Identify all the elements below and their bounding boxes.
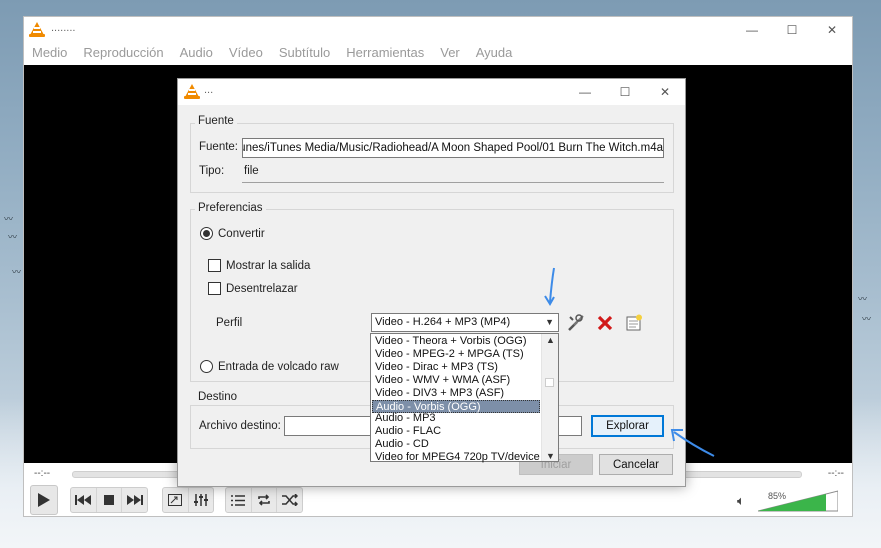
next-icon xyxy=(126,495,143,505)
bird-decoration: 〰 xyxy=(862,314,872,324)
play-button[interactable] xyxy=(30,485,58,515)
type-value: file xyxy=(244,165,259,177)
raw-dump-label: Entrada de volcado raw xyxy=(218,361,339,373)
close-button[interactable]: ✕ xyxy=(812,17,852,43)
source-label: Fuente: xyxy=(199,141,238,153)
dialog-minimize-button[interactable]: — xyxy=(565,79,605,105)
dropdown-option[interactable]: Audio - CD xyxy=(372,438,540,451)
dropdown-option[interactable]: Video for MPEG4 720p TV/device xyxy=(372,451,540,464)
menu-ver[interactable]: Ver xyxy=(432,43,468,65)
deinterlace-label: Desentrelazar xyxy=(226,283,298,295)
shuffle-button[interactable] xyxy=(277,488,302,512)
profile-select-value: Video - H.264 + MP3 (MP4) xyxy=(375,316,511,328)
dropdown-option[interactable]: Video - WMV + WMA (ASF) xyxy=(372,374,540,387)
bird-decoration: 〰 xyxy=(858,294,868,304)
profile-dropdown-list[interactable]: ▲ ▼ Video - Theora + Vorbis (OGG) Video -… xyxy=(370,333,559,464)
stop-button[interactable] xyxy=(97,488,123,512)
delete-icon xyxy=(597,315,613,331)
scroll-down-icon[interactable]: ▼ xyxy=(546,451,555,461)
vlc-window-title: ........ xyxy=(51,22,76,34)
tools-icon xyxy=(568,314,584,331)
dropdown-option[interactable]: Video - DIV3 + MP3 (ASF) xyxy=(372,387,540,400)
controls-bar: 🔈︎ 85% xyxy=(24,484,852,516)
new-document-icon xyxy=(626,314,642,331)
source-path-text: sic/iTunes/iTunes Media/Music/Radiohead/… xyxy=(242,142,663,154)
browse-button[interactable]: Explorar xyxy=(591,415,664,437)
shuffle-icon xyxy=(281,494,298,506)
minimize-button[interactable]: — xyxy=(732,17,772,43)
source-group-title: Fuente xyxy=(195,115,237,127)
dialog-close-button[interactable]: ✕ xyxy=(645,79,685,105)
playlist-button[interactable] xyxy=(226,488,252,512)
raw-dump-radio[interactable] xyxy=(200,360,213,373)
dropdown-scrollbar[interactable]: ▲ ▼ xyxy=(541,334,558,461)
fullscreen-button[interactable] xyxy=(163,488,189,512)
vlc-titlebar: ........ — ☐ ✕ xyxy=(24,17,852,43)
scroll-up-icon[interactable]: ▲ xyxy=(546,335,555,345)
previous-button[interactable] xyxy=(71,488,97,512)
show-output-checkbox[interactable] xyxy=(208,259,221,272)
dropdown-option[interactable]: Video - Theora + Vorbis (OGG) xyxy=(372,335,540,348)
bird-decoration: 〰 xyxy=(8,232,18,242)
chevron-down-icon: ▼ xyxy=(545,317,554,327)
preferences-group-title: Preferencias xyxy=(195,202,266,214)
menu-subtitulo[interactable]: Subtítulo xyxy=(271,43,338,65)
dialog-maximize-button[interactable]: ☐ xyxy=(605,79,645,105)
loop-icon xyxy=(258,494,270,506)
volume-percent: 85% xyxy=(768,491,787,501)
convert-radio[interactable] xyxy=(200,227,213,240)
playlist-group xyxy=(225,487,303,513)
new-profile-button[interactable] xyxy=(622,312,646,334)
delete-profile-button[interactable] xyxy=(593,312,617,334)
menu-audio[interactable]: Audio xyxy=(172,43,221,65)
destination-group-title: Destino xyxy=(195,391,240,403)
dropdown-option[interactable]: Audio - Vorbis (OGG) xyxy=(372,399,540,413)
menu-herramientas[interactable]: Herramientas xyxy=(338,43,432,65)
edit-profile-button[interactable] xyxy=(564,312,588,334)
next-button[interactable] xyxy=(122,488,147,512)
destination-file-label: Archivo destino: xyxy=(199,420,281,432)
divider xyxy=(242,182,664,183)
stop-icon xyxy=(104,495,114,505)
cancel-button[interactable]: Cancelar xyxy=(599,454,673,475)
scroll-thumb[interactable] xyxy=(545,378,554,387)
maximize-button[interactable]: ☐ xyxy=(772,17,812,43)
play-icon xyxy=(38,493,50,507)
vlc-cone-icon xyxy=(184,84,200,99)
loop-button[interactable] xyxy=(252,488,278,512)
bird-decoration: 〰 xyxy=(12,267,22,277)
playback-group xyxy=(70,487,148,513)
vlc-cone-icon xyxy=(29,22,45,37)
convert-label: Convertir xyxy=(218,228,265,240)
vlc-menubar: Medio Reproducción Audio Vídeo Subtítulo… xyxy=(24,43,852,65)
dropdown-option[interactable]: Video - MPEG-2 + MPGA (TS) xyxy=(372,348,540,361)
fullscreen-icon xyxy=(168,494,183,506)
volume-icon[interactable]: 🔈︎ xyxy=(737,493,745,509)
time-elapsed: --:-- xyxy=(34,468,51,479)
dialog-title: ... xyxy=(204,84,214,96)
view-group xyxy=(162,487,214,513)
time-total: --:-- xyxy=(827,468,844,479)
playlist-icon xyxy=(231,494,246,506)
equalizer-icon xyxy=(193,494,208,506)
deinterlace-checkbox[interactable] xyxy=(208,282,221,295)
type-label: Tipo: xyxy=(199,165,225,177)
menu-ayuda[interactable]: Ayuda xyxy=(468,43,521,65)
bird-decoration: 〰 xyxy=(4,214,14,224)
menu-video[interactable]: Vídeo xyxy=(221,43,271,65)
profile-label: Perfil xyxy=(216,317,243,329)
source-path-field[interactable]: sic/iTunes/iTunes Media/Music/Radiohead/… xyxy=(242,138,664,158)
previous-icon xyxy=(75,495,92,505)
menu-reproduccion[interactable]: Reproducción xyxy=(75,43,171,65)
extended-settings-button[interactable] xyxy=(189,488,214,512)
profile-select[interactable]: Video - H.264 + MP3 (MP4) ▼ xyxy=(371,313,559,332)
menu-medio[interactable]: Medio xyxy=(24,43,75,65)
show-output-label: Mostrar la salida xyxy=(226,260,311,272)
dropdown-option[interactable]: Video - Dirac + MP3 (TS) xyxy=(372,361,540,374)
dialog-titlebar: ... — ☐ ✕ xyxy=(178,79,685,105)
dropdown-option[interactable]: Audio - MP3 xyxy=(372,412,540,425)
dropdown-option[interactable]: Audio - FLAC xyxy=(372,425,540,438)
